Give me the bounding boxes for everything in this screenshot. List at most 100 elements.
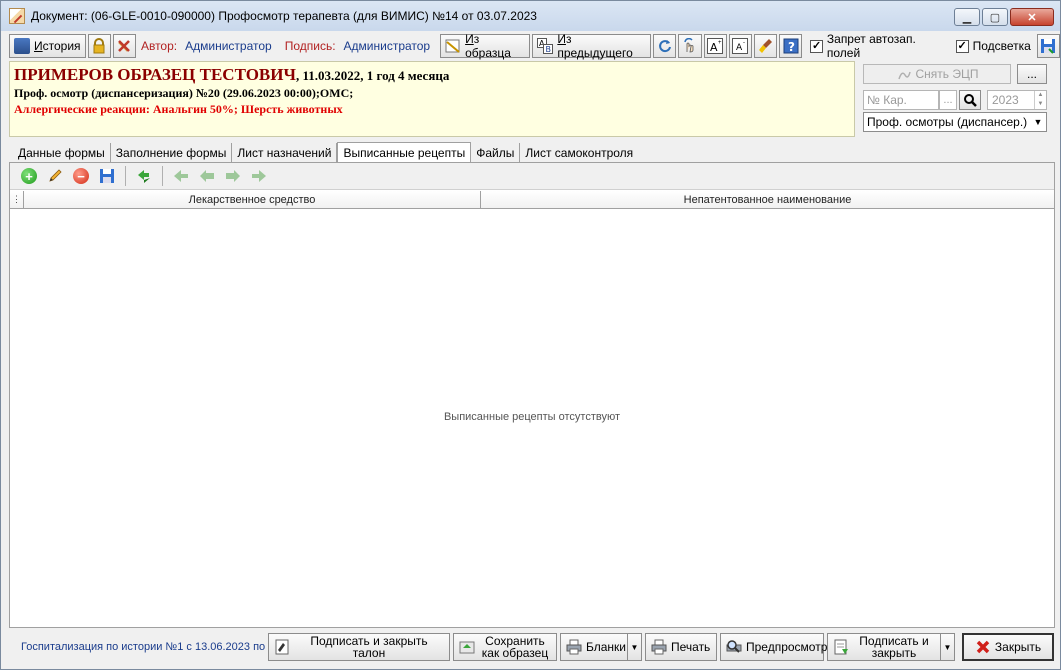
print-button[interactable]: Печать <box>645 633 717 661</box>
more-options-button[interactable]: ... <box>1017 64 1047 84</box>
recipes-action-bar: + − <box>10 163 1054 190</box>
delete-recipe-button[interactable]: − <box>70 165 92 187</box>
hospitalization-link[interactable]: Госпитализация по истории №1 с 13.06.202… <box>9 641 265 653</box>
template-pencil-icon <box>445 38 461 54</box>
recipes-tab-content: + − ⋮ Лекарственное средство Непатентова… <box>9 162 1055 628</box>
year-value: 2023 <box>992 93 1019 107</box>
exam-type-select[interactable]: Проф. осмотры (диспансер.) ▼ <box>863 112 1047 132</box>
author-label: Автор: <box>140 39 178 53</box>
card-number-field[interactable]: № Кар. <box>863 90 939 110</box>
column-chooser-icon[interactable]: ⋮ <box>10 191 24 208</box>
column-drug[interactable]: Лекарственное средство <box>24 191 481 208</box>
svg-text:+: + <box>718 40 722 46</box>
patient-dob-age: , 11.03.2022, 1 год 4 месяца <box>295 68 450 83</box>
minimize-button[interactable]: ▁ <box>954 8 980 26</box>
history-button[interactable]: История <box>9 34 86 58</box>
save-template-icon <box>459 639 475 655</box>
refresh-icon <box>657 38 673 54</box>
lock-button[interactable] <box>87 34 111 58</box>
save-as-template-button[interactable]: Сохранить как образец <box>453 633 557 661</box>
help-icon: ? <box>783 38 799 54</box>
tab-files[interactable]: Файлы <box>471 143 521 162</box>
tab-form-data[interactable]: Данные формы <box>13 143 111 162</box>
tab-prescriptions-list[interactable]: Лист назначений <box>232 143 338 162</box>
green-sync-icon <box>136 168 152 184</box>
prev-record-button[interactable] <box>196 165 218 187</box>
svg-text:?: ? <box>788 40 795 54</box>
svg-text:A: A <box>736 43 743 53</box>
floppy-disk-icon <box>99 168 115 184</box>
forms-button[interactable]: Бланки <box>560 633 628 661</box>
unsign-button[interactable] <box>112 34 136 58</box>
remove-ecp-button[interactable]: Снять ЭЦП <box>863 64 1011 84</box>
maximize-button[interactable]: ▢ <box>982 8 1008 26</box>
history-label: История <box>34 39 81 53</box>
recipes-grid-header: ⋮ Лекарственное средство Непатентованное… <box>10 191 1054 209</box>
font-increase-button[interactable]: A + <box>703 34 727 58</box>
tab-issued-recipes[interactable]: Выписанные рецепты <box>337 142 472 163</box>
font-decrease-icon: A- <box>732 38 749 54</box>
sync-button[interactable] <box>133 165 155 187</box>
from-template-button[interactable]: Из образца <box>440 32 531 60</box>
font-decrease-button[interactable]: A- <box>728 34 752 58</box>
tab-form-filling[interactable]: Заполнение формы <box>111 143 233 162</box>
help-button[interactable]: ? <box>779 34 803 58</box>
card-search-button[interactable] <box>959 90 981 110</box>
search-icon <box>962 92 978 108</box>
edit-recipe-button[interactable] <box>44 165 66 187</box>
last-record-button[interactable] <box>248 165 270 187</box>
year-spinner[interactable]: 2023 ▲ ▼ <box>987 90 1047 110</box>
highlight-checkbox[interactable]: ✓ Подсветка <box>955 39 1031 53</box>
tab-self-control[interactable]: Лист самоконтроля <box>520 143 638 162</box>
forms-dropdown-icon[interactable]: ▼ <box>628 633 642 661</box>
svg-text:-: - <box>743 40 745 46</box>
exam-type-value: Проф. осмотры (диспансер.) <box>867 115 1028 129</box>
undo-hand-button[interactable] <box>678 34 702 58</box>
remove-ecp-label: Снять ЭЦП <box>915 67 979 81</box>
patient-info-panel: ПРИМЕРОВ ОБРАЗЕЦ ТЕСТОВИЧ, 11.03.2022, 1… <box>9 61 855 137</box>
red-x-icon <box>975 639 991 655</box>
column-generic-name[interactable]: Непатентованное наименование <box>481 191 1054 208</box>
chevron-down-icon: ▼ <box>1030 113 1046 131</box>
next-record-button[interactable] <box>222 165 244 187</box>
preview-button[interactable]: Предпросмотр <box>720 633 827 661</box>
sign-and-close-button[interactable]: Подписать и закрыть <box>827 633 941 661</box>
document-edit-icon <box>9 8 25 24</box>
add-recipe-button[interactable]: + <box>18 165 40 187</box>
minus-icon: − <box>73 168 89 184</box>
sign-close-dropdown-icon[interactable]: ▼ <box>941 633 955 661</box>
hand-arrow-icon <box>682 37 698 54</box>
book-icon <box>14 38 30 54</box>
from-template-label: Из образца <box>465 32 511 60</box>
empty-grid-message: Выписанные рецепты отсутствуют <box>443 411 621 423</box>
bottom-bar: Госпитализация по истории №1 с 13.06.202… <box>9 631 1055 663</box>
close-window-button[interactable]: ✕ <box>1010 8 1054 26</box>
save-toolbar-button[interactable] <box>1036 34 1061 58</box>
floppy-save-icon <box>1040 38 1056 54</box>
close-button[interactable]: Закрыть <box>962 633 1054 661</box>
printer-icon <box>566 639 582 655</box>
ban-autofill-checkbox[interactable]: ✓ Запрет автозап. полей <box>810 32 947 60</box>
refresh-button[interactable] <box>653 34 677 58</box>
sign-close-ticket-button[interactable]: Подписать и закрыть талон <box>268 633 450 661</box>
first-record-button[interactable] <box>170 165 192 187</box>
arrow-last-icon <box>251 168 267 184</box>
brush-icon <box>758 38 774 54</box>
plus-icon: + <box>21 168 37 184</box>
save-recipe-button[interactable] <box>96 165 118 187</box>
document-tabs: Данные формы Заполнение формы Лист назна… <box>13 141 638 163</box>
card-select-button[interactable]: ... <box>939 90 957 110</box>
tools-cross-icon <box>116 38 132 54</box>
from-previous-button[interactable]: AB Из предыдущего <box>532 32 652 60</box>
arrow-first-icon <box>173 168 189 184</box>
clear-brush-button[interactable] <box>753 34 778 58</box>
highlight-check-icon: ✓ <box>955 39 969 53</box>
document-side-panel: Снять ЭЦП ... № Кар. ... 2023 ▲ ▼ Проф. о… <box>859 61 1055 137</box>
window-controls: ▁ ▢ ✕ <box>954 8 1054 26</box>
exam-info: Проф. осмотр (диспансеризация) №20 (29.0… <box>14 86 354 100</box>
lock-icon <box>91 38 107 54</box>
year-spin-arrows-icon[interactable]: ▲ ▼ <box>1034 91 1046 109</box>
sign-close-ticket-label: Подписать и закрыть талон <box>310 634 428 660</box>
svg-text:A: A <box>710 41 718 54</box>
ban-autofill-check-icon: ✓ <box>810 39 823 53</box>
